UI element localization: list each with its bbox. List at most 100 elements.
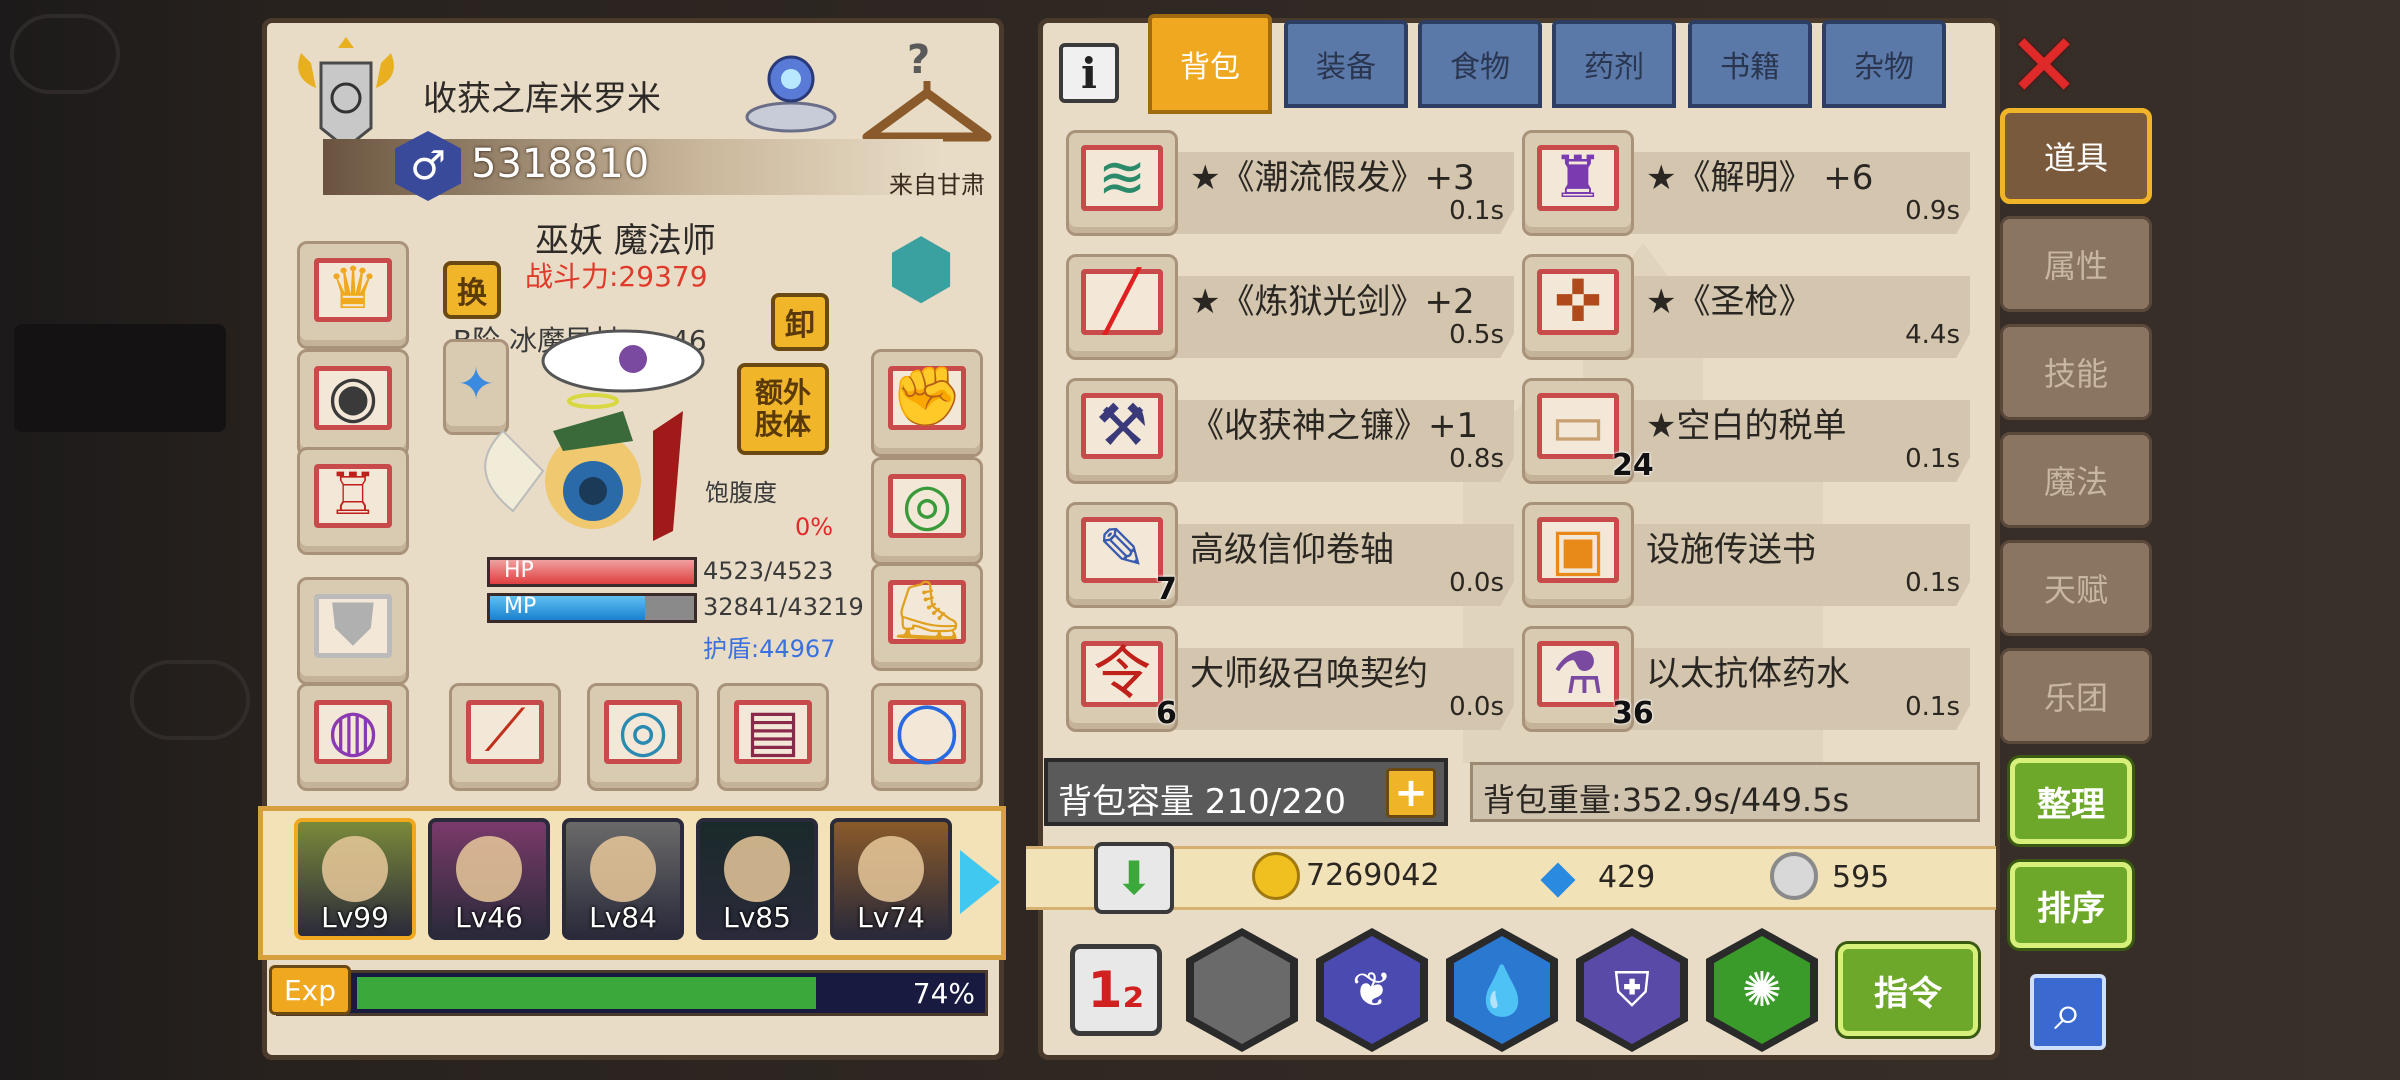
- item-name: ★《解明》 +6: [1646, 158, 1874, 198]
- equip-slot-mirror[interactable]: ◎: [871, 457, 983, 565]
- item-name: ★《炼狱光剑》+2: [1190, 282, 1475, 322]
- bag-item[interactable]: ▣ 设施传送书 0.1s: [1522, 502, 1970, 614]
- background-panel: [14, 324, 226, 432]
- gauntlet-icon: ✊: [890, 362, 964, 430]
- equip-slot-weapon[interactable]: ⟋: [449, 683, 561, 791]
- bag-item[interactable]: ╱ ★《炼狱光剑》+2 0.5s: [1066, 254, 1514, 366]
- tab-4[interactable]: 书籍: [1688, 20, 1812, 108]
- satiety-value: 0%: [795, 513, 834, 541]
- equip-slot-head[interactable]: ♛: [297, 241, 409, 349]
- item-quantity: 7: [1156, 572, 1177, 607]
- item-name: 《收获神之镰》+1: [1190, 406, 1479, 446]
- hp-label: HP: [504, 558, 534, 583]
- deposit-chest-icon[interactable]: ⬇: [1094, 842, 1174, 914]
- tidy-button[interactable]: 整理: [2010, 758, 2132, 844]
- mp-bar: MP: [487, 593, 697, 623]
- item-name: ★《圣枪》: [1646, 282, 1813, 322]
- party-member-portrait[interactable]: Lv84: [562, 818, 684, 940]
- item-name: 高级信仰卷轴: [1190, 530, 1394, 570]
- item-weight: 0.0s: [1449, 568, 1504, 598]
- gold-coin-icon: [1252, 852, 1300, 900]
- item-quantity: 6: [1156, 696, 1177, 731]
- item-weight: 0.1s: [1905, 692, 1960, 722]
- shield-skill-icon: ⛨: [1584, 936, 1680, 1044]
- item-name: 以太抗体药水: [1646, 654, 1850, 694]
- bag-item[interactable]: ♜ ★《解明》 +6 0.9s: [1522, 130, 1970, 242]
- item-name: 设施传送书: [1646, 530, 1816, 570]
- party-member-portrait[interactable]: Lv74: [830, 818, 952, 940]
- helmet-gem-icon[interactable]: ⬢: [871, 213, 971, 323]
- empty-slot-icon: [1194, 936, 1290, 1044]
- search-icon[interactable]: ⌕: [2030, 974, 2106, 1050]
- player-name: 收获之库米罗米: [423, 79, 661, 119]
- equip-slot-bracelet[interactable]: ◯: [871, 683, 983, 791]
- rank-emblem-icon: [291, 33, 401, 153]
- side-tab-4[interactable]: 天赋: [2000, 540, 2152, 636]
- gold-amount: 7269042: [1306, 858, 1440, 893]
- silver-coin-icon: [1770, 852, 1818, 900]
- equip-slot-neck[interactable]: ◉: [297, 349, 409, 457]
- mp-value: 32841/43219: [703, 593, 864, 621]
- tab-0[interactable]: 背包: [1148, 14, 1272, 114]
- equip-slot-armor[interactable]: ⛊: [297, 577, 409, 685]
- tab-5[interactable]: 杂物: [1822, 20, 1946, 108]
- swap-12-button[interactable]: 1₂: [1070, 944, 1162, 1036]
- combat-power: 战斗力:29379: [525, 260, 708, 293]
- bag-item[interactable]: ▭ ★空白的税单 0.1s 24: [1522, 378, 1970, 490]
- bag-item[interactable]: ✜ ★《圣枪》 4.4s: [1522, 254, 1970, 366]
- equip-slot-body[interactable]: ♖: [297, 447, 409, 555]
- portrait-face: [858, 836, 924, 902]
- side-tab-3[interactable]: 魔法: [2000, 432, 2152, 528]
- portrait-face: [724, 836, 790, 902]
- nature-burst-skill-icon: ✺: [1714, 936, 1810, 1044]
- ring-icon: ◍: [327, 696, 379, 764]
- mp-label: MP: [504, 594, 537, 619]
- bag-item[interactable]: ≋ ★《潮流假发》+3 0.1s: [1066, 130, 1514, 242]
- robe-icon: ♖: [327, 460, 379, 528]
- staff-icon: ⟋: [484, 696, 526, 764]
- party-member-level: Lv84: [589, 901, 657, 934]
- close-icon[interactable]: ✕: [2004, 22, 2084, 110]
- item-weight: 0.5s: [1449, 320, 1504, 350]
- item-quantity: 24: [1612, 448, 1654, 483]
- bag-item[interactable]: 令大师级召唤契约 0.0s 6: [1066, 626, 1514, 738]
- expand-bag-button[interactable]: +: [1386, 768, 1436, 818]
- equip-slot-boots[interactable]: ⛸: [871, 563, 983, 671]
- equip-slot-gloves[interactable]: ✊: [871, 349, 983, 457]
- item-weight: 0.8s: [1449, 444, 1504, 474]
- sort-button[interactable]: 排序: [2010, 862, 2132, 948]
- item-weight: 0.1s: [1905, 568, 1960, 598]
- bag-item[interactable]: ⚒ 《收获神之镰》+1 0.8s: [1066, 378, 1514, 490]
- side-tab-1[interactable]: 属性: [2000, 216, 2152, 312]
- party-member-portrait[interactable]: Lv85: [696, 818, 818, 940]
- bag-capacity: 背包容量 210/220: [1058, 782, 1347, 822]
- exp-label: Exp: [269, 965, 351, 1015]
- wardrobe-hanger-icon[interactable]: ?: [857, 37, 997, 147]
- portal-totem-icon[interactable]: [741, 39, 841, 139]
- tab-2[interactable]: 食物: [1418, 20, 1542, 108]
- tab-1[interactable]: 装备: [1284, 20, 1408, 108]
- side-tab-5[interactable]: 乐团: [2000, 648, 2152, 744]
- side-tab-2[interactable]: 技能: [2000, 324, 2152, 420]
- help-icon: ?: [907, 37, 931, 83]
- info-button[interactable]: i: [1059, 43, 1119, 103]
- command-button[interactable]: 指令: [1838, 944, 1978, 1036]
- bag-item[interactable]: ⚗ 以太抗体药水 0.1s 36: [1522, 626, 1970, 738]
- cape-icon: ♜: [1552, 143, 1604, 211]
- equip-slot-ring[interactable]: ◍: [297, 683, 409, 791]
- player-origin: 来自甘肃: [889, 171, 985, 199]
- party-member-portrait[interactable]: Lv46: [428, 818, 550, 940]
- side-tab-0[interactable]: 道具: [2000, 108, 2152, 204]
- tab-3[interactable]: 药剂: [1552, 20, 1676, 108]
- item-weight: 0.0s: [1449, 692, 1504, 722]
- bag-item[interactable]: ✎ 高级信仰卷轴 0.0s 7: [1066, 502, 1514, 614]
- item-weight: 0.1s: [1449, 196, 1504, 226]
- party-member-portrait[interactable]: Lv99: [294, 818, 416, 940]
- equip-slot-orb[interactable]: ◎: [587, 683, 699, 791]
- mirror-icon: ◎: [901, 470, 953, 538]
- portrait-face: [456, 836, 522, 902]
- equip-slot-book[interactable]: ▤: [717, 683, 829, 791]
- tome-icon: ▤: [745, 696, 801, 764]
- teleport-book-icon: ▣: [1550, 515, 1606, 583]
- unequip-button[interactable]: 卸: [771, 293, 829, 351]
